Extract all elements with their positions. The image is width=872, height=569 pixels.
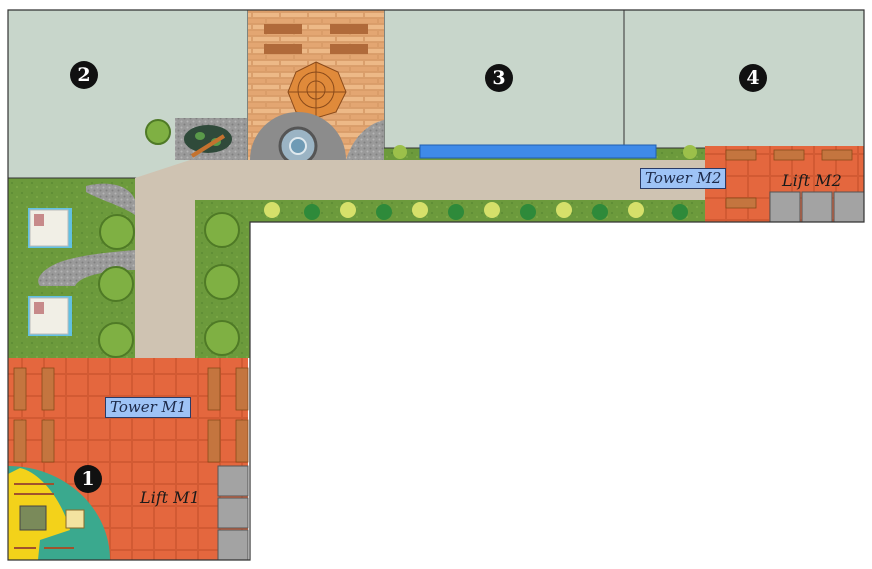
zone-1-marker: 1 [74,465,102,493]
pond-icon [175,118,247,160]
climber-icon [19,505,47,531]
tower-m1-label: Tower M1 [105,397,192,418]
zone-4-marker: 4 [739,64,767,92]
lift-m2-label: Lift M2 [782,171,842,190]
lift-m1-label: Lift M1 [140,488,200,507]
tower-m2-label: Tower M2 [640,168,727,189]
sandbox-icon [65,509,85,529]
water-channel [419,144,657,159]
lift-shafts-m1 [217,465,249,561]
zone-2-marker: 2 [70,61,98,89]
zone-3-marker: 3 [485,64,513,92]
lift-shafts-m2 [769,191,865,223]
